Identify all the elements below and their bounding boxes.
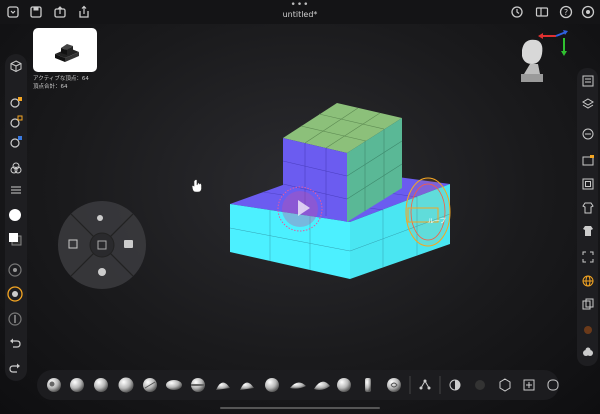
brush-standard-icon[interactable] (70, 378, 84, 392)
contrast-icon[interactable] (449, 379, 461, 391)
brush-flatten-icon[interactable] (191, 378, 205, 392)
pill-icon[interactable] (547, 379, 559, 391)
pose-icon[interactable] (419, 379, 431, 390)
brush-elastic-icon[interactable] (337, 378, 351, 392)
brush-mask-icon[interactable] (265, 378, 279, 392)
brush-snake-icon[interactable] (314, 381, 330, 390)
plus-square-icon[interactable] (523, 379, 535, 391)
blur-icon[interactable] (475, 380, 485, 390)
brush-move-icon[interactable] (166, 380, 182, 390)
brush-pinch-icon[interactable] (216, 382, 230, 390)
brush-clay-icon[interactable] (47, 378, 61, 392)
brush-sphere-icon[interactable] (94, 378, 108, 392)
brush-figure-icon[interactable] (365, 378, 371, 392)
brush-smooth-icon[interactable] (240, 382, 254, 390)
cube-outline-icon[interactable] (499, 378, 511, 392)
brush-trim-icon[interactable] (290, 382, 306, 389)
brush-spiral-icon[interactable] (387, 378, 401, 392)
brush-icons (47, 376, 559, 394)
home-indicator (220, 407, 380, 409)
brush-crease-icon[interactable] (143, 378, 157, 392)
hand-cursor-icon (191, 179, 202, 193)
brush-inflate-icon[interactable] (118, 377, 134, 393)
